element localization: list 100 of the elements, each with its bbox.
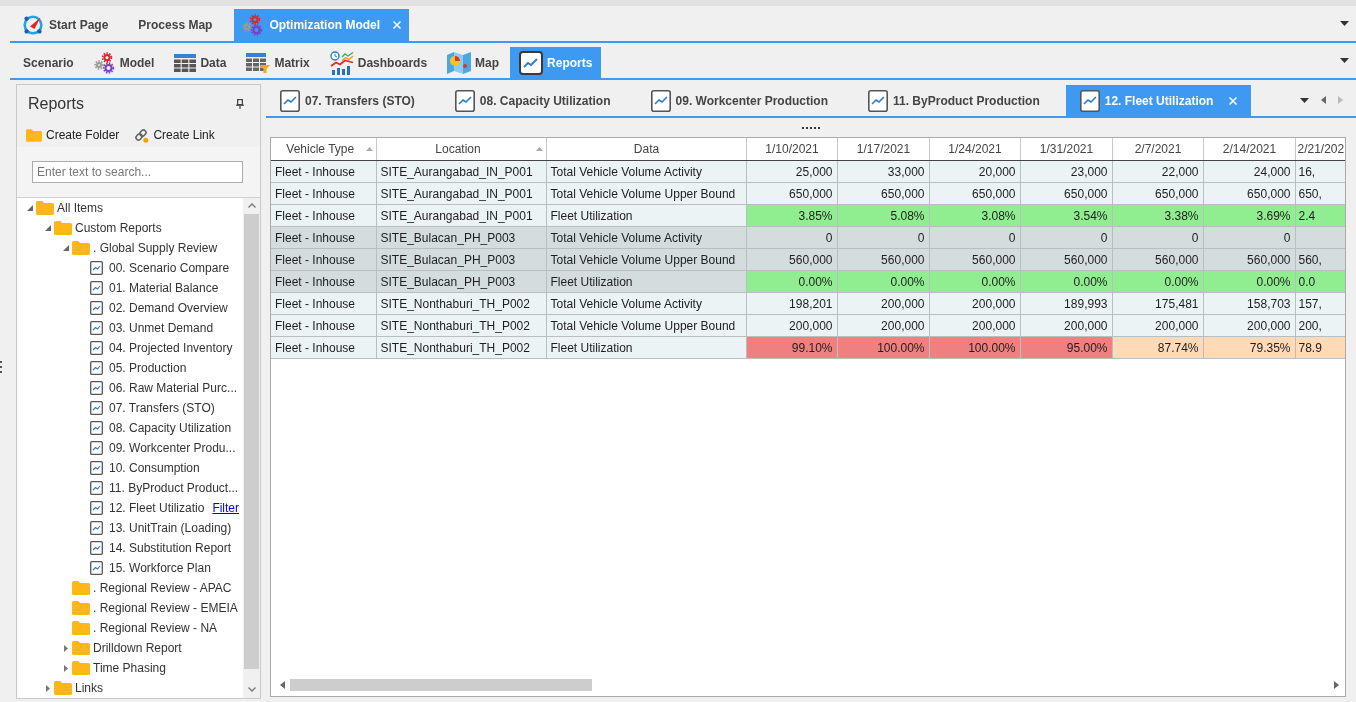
report-icon: [90, 321, 103, 335]
expand-arrow-icon[interactable]: [64, 644, 68, 652]
tree-item[interactable]: 07. Transfers (STO): [90, 399, 215, 417]
tree-item[interactable]: 04. Projected Inventory: [90, 339, 233, 357]
column-header[interactable]: 2/7/2021: [1112, 138, 1203, 161]
tree-item[interactable]: 12. Fleet Utilizatio Filter: [90, 499, 240, 517]
grip-icon[interactable]: [802, 126, 820, 129]
document-tab[interactable]: Process Map: [130, 9, 221, 41]
chevron-down-icon[interactable]: [247, 687, 256, 692]
tree-item[interactable]: Custom Reports: [54, 219, 162, 237]
column-header[interactable]: Location: [376, 138, 546, 161]
tree-item[interactable]: 09. Workcenter Produ...: [90, 439, 236, 457]
tree-item[interactable]: 06. Raw Material Purc...: [90, 379, 238, 397]
tree-item[interactable]: Drilldown Report: [72, 639, 182, 657]
scrollbar-thumb[interactable]: [290, 678, 592, 691]
table-cell: Total Vehicle Volume Upper Bound: [546, 314, 746, 337]
tree-item[interactable]: 01. Material Balance: [90, 279, 219, 297]
toolbar-button[interactable]: Create Folder: [26, 128, 120, 142]
column-header[interactable]: 1/10/2021: [746, 138, 837, 161]
table-cell: 200,000: [1020, 314, 1112, 337]
column-header[interactable]: Data: [546, 138, 746, 161]
table-cell: Total Vehicle Volume Activity: [546, 292, 746, 315]
column-header[interactable]: Vehicle Type: [271, 138, 376, 161]
tree-item[interactable]: 15. Workforce Plan: [90, 559, 211, 577]
report-icon: [90, 261, 103, 275]
close-icon[interactable]: [1229, 96, 1238, 105]
tree-item[interactable]: 13. UnitTrain (Loading): [90, 519, 232, 537]
report-icon: [90, 361, 103, 375]
chevron-up-icon[interactable]: [247, 203, 256, 208]
report-tab[interactable]: 11. ByProduct Production: [854, 85, 1054, 116]
column-header[interactable]: 2/21/202: [1295, 138, 1345, 161]
table-cell: Fleet - Inhouse: [271, 336, 376, 359]
scrollbar-thumb[interactable]: [244, 214, 259, 669]
table-cell: 560,000: [1020, 248, 1112, 271]
tree-item[interactable]: . Global Supply Review: [72, 239, 218, 257]
search-field[interactable]: Enter text to search...: [32, 161, 243, 183]
column-header[interactable]: 1/31/2021: [1020, 138, 1112, 161]
tree-item[interactable]: Links: [54, 679, 103, 697]
ribbon-tab[interactable]: Dashboards: [320, 47, 437, 78]
gears-icon: [93, 51, 116, 74]
expand-arrow-icon[interactable]: [46, 684, 50, 692]
table-cell: 20,000: [929, 160, 1020, 183]
arrow-left-icon[interactable]: [1321, 96, 1326, 104]
tree-item[interactable]: 05. Production: [90, 359, 187, 377]
tree-item[interactable]: 14. Substitution Report: [90, 539, 232, 557]
dropdown-icon[interactable]: [1340, 21, 1349, 26]
folder-icon: [36, 201, 54, 215]
table-cell: 0: [837, 226, 929, 249]
ribbon-tab[interactable]: Matrix: [237, 47, 319, 78]
tree-item[interactable]: 11. ByProduct Product...: [90, 479, 239, 497]
table-cell: Fleet Utilization: [546, 336, 746, 359]
pin-icon[interactable]: [236, 99, 244, 109]
tree-item[interactable]: 02. Demand Overview: [90, 299, 228, 317]
table-cell: 189,993: [1020, 292, 1112, 315]
tree-item[interactable]: All Items: [36, 199, 103, 217]
compass-icon: [22, 14, 44, 36]
dropdown-icon[interactable]: [1340, 58, 1349, 63]
arrow-right-icon[interactable]: [1334, 680, 1339, 689]
expand-arrow-icon[interactable]: [64, 664, 68, 672]
table-cell: 158,703: [1203, 292, 1295, 315]
table-cell: 650,000: [929, 182, 1020, 205]
collapse-arrow-icon[interactable]: [27, 205, 33, 211]
tree-item[interactable]: 08. Capacity Utilization: [90, 419, 232, 437]
table-icon: [174, 53, 197, 72]
table-cell: SITE_Bulacan_PH_P003: [376, 248, 546, 271]
report-icon: [90, 341, 103, 355]
toolbar-button[interactable]: Create Link: [133, 127, 215, 143]
document-tab[interactable]: Start Page: [14, 9, 117, 41]
table-cell: Fleet - Inhouse: [271, 160, 376, 183]
ribbon-tab[interactable]: Data: [165, 47, 236, 78]
ribbon-tab[interactable]: Scenario: [14, 47, 83, 78]
tree-item[interactable]: Time Phasing: [72, 659, 166, 677]
table-cell: 0: [746, 226, 837, 249]
tree-item[interactable]: . Regional Review - APAC: [72, 579, 232, 597]
vertical-scrollbar[interactable]: [243, 198, 260, 698]
report-tab[interactable]: 08. Capacity Utilization: [440, 85, 625, 116]
ribbon-tab[interactable]: Map: [438, 47, 509, 78]
tree-item[interactable]: . Regional Review - NA: [72, 619, 218, 637]
column-header[interactable]: 1/17/2021: [837, 138, 929, 161]
table-cell: SITE_Aurangabad_IN_P001: [376, 182, 546, 205]
close-icon[interactable]: [393, 21, 402, 29]
collapse-arrow-icon[interactable]: [63, 245, 69, 251]
text-link[interactable]: Filter: [212, 501, 240, 515]
tree-item[interactable]: 00. Scenario Compare: [90, 259, 230, 277]
collapse-arrow-icon[interactable]: [45, 225, 51, 231]
tree-item[interactable]: 10. Consumption: [90, 459, 200, 477]
dropdown-icon[interactable]: [1300, 97, 1309, 103]
table-cell: Fleet - Inhouse: [271, 226, 376, 249]
column-header[interactable]: 1/24/2021: [929, 138, 1020, 161]
report-tab[interactable]: 07. Transfers (STO): [266, 85, 429, 116]
table-cell: SITE_Aurangabad_IN_P001: [376, 160, 546, 183]
report-tab[interactable]: 09. Workcenter Production: [636, 85, 842, 116]
table-cell: Total Vehicle Volume Activity: [546, 160, 746, 183]
column-header[interactable]: 2/14/2021: [1203, 138, 1295, 161]
tree-item[interactable]: . Regional Review - EMEIA: [72, 599, 238, 617]
table-cell: SITE_Nonthaburi_TH_P002: [376, 336, 546, 359]
ribbon-tab[interactable]: Model: [84, 47, 164, 78]
folder-icon: [72, 641, 90, 655]
tree-item[interactable]: 03. Unmet Demand: [90, 319, 214, 337]
arrow-left-icon[interactable]: [280, 680, 285, 689]
